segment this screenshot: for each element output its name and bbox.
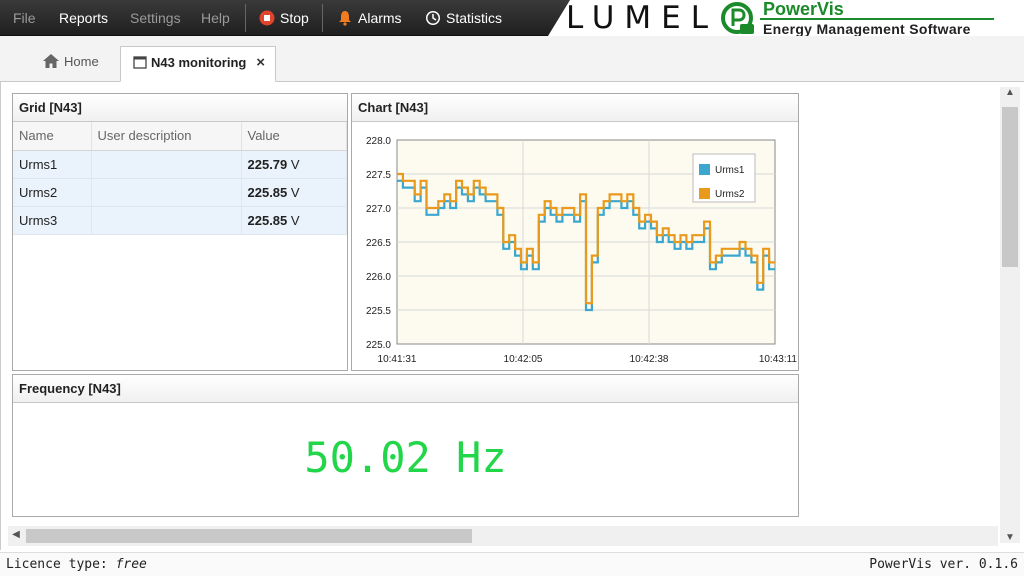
chart-panel: Chart [N43] 225.0 225.5 226.0 226.5 227.0 227… (351, 93, 799, 371)
tab-home-label: Home (64, 54, 99, 69)
row-value-unit: V (290, 156, 300, 172)
menu-bar: File Reports Settings Help Stop Alarms S… (0, 0, 1024, 36)
stop-icon (259, 10, 275, 26)
product-name: PowerVis (763, 0, 844, 19)
column-header-value[interactable]: Value (241, 122, 347, 151)
column-header-description[interactable]: User description (91, 122, 242, 151)
horizontal-scroll-thumb[interactable] (26, 529, 472, 543)
row-value-unit: V (290, 184, 300, 200)
vertical-scroll-thumb[interactable] (1002, 107, 1018, 267)
table-header-row: Name User description Value (13, 122, 347, 151)
menu-help[interactable]: Help (201, 0, 230, 36)
licence-value: free (115, 557, 147, 572)
legend-swatch (699, 188, 710, 199)
row-value: 225.79 V (241, 150, 347, 179)
column-header-name[interactable]: Name (13, 122, 92, 151)
y-tick-label: 227.5 (366, 170, 391, 181)
product-divider (760, 18, 994, 20)
row-value-number: 225.85 (247, 184, 288, 200)
y-tick-label: 227.0 (366, 204, 391, 215)
tab-bar: Home N43 monitoring × (0, 36, 1024, 82)
statistics-label: Statistics (446, 10, 503, 26)
row-description (91, 206, 242, 235)
menu-separator (322, 4, 323, 32)
close-tab-icon[interactable]: × (256, 47, 265, 79)
scroll-down-icon[interactable]: ▼ (1000, 532, 1020, 543)
brand-name: LUMEL (565, 0, 718, 36)
scroll-left-icon[interactable]: ◀ (8, 529, 24, 540)
frequency-panel-title: Frequency [N43] (13, 375, 798, 403)
table-row[interactable]: Urms1 225.79 V (13, 150, 347, 179)
legend-label: Urms1 (715, 165, 745, 176)
x-tick-label: 10:43:11 (759, 354, 798, 365)
frequency-panel: Frequency [N43] 50.02 Hz (12, 374, 799, 517)
row-description (91, 178, 242, 207)
chart-panel-title: Chart [N43] (352, 94, 798, 122)
grid-panel: Grid [N43] Name User description Value U… (12, 93, 348, 371)
values-table: Name User description Value Urms1 225.79… (13, 122, 347, 235)
row-value: 225.85 V (241, 206, 347, 235)
licence-label: Licence type: (6, 557, 108, 572)
horizontal-scrollbar[interactable]: ◀ (8, 526, 998, 546)
y-tick-label: 226.0 (366, 272, 391, 283)
scroll-up-icon[interactable]: ▲ (1000, 87, 1020, 98)
alarms-label: Alarms (358, 10, 402, 26)
row-value-number: 225.79 (247, 156, 288, 172)
tab-n43-monitoring[interactable]: N43 monitoring × (120, 46, 276, 82)
vertical-scrollbar[interactable]: ▲ ▼ (1000, 87, 1020, 543)
row-value: 225.85 V (241, 178, 347, 207)
table-row[interactable]: Urms3 225.85 V (13, 206, 347, 235)
row-value-number: 225.85 (247, 212, 288, 228)
x-tick-label: 10:41:31 (378, 354, 417, 365)
stop-button[interactable]: Stop (259, 0, 309, 36)
menu-reports[interactable]: Reports (59, 0, 108, 36)
y-tick-label: 226.5 (366, 238, 391, 249)
clock-icon (426, 10, 440, 25)
home-icon (43, 54, 59, 69)
voltage-chart[interactable]: 225.0 225.5 226.0 226.5 227.0 227.5 228.0 10:41… (352, 122, 798, 370)
row-name: Urms1 (13, 150, 92, 179)
frequency-value: 50.02 Hz (304, 433, 507, 482)
y-tick-label: 228.0 (366, 136, 391, 147)
menu-separator (245, 4, 246, 32)
tab-home[interactable]: Home (30, 46, 111, 82)
x-tick-label: 10:42:05 (504, 354, 543, 365)
product-tagline: Energy Management Software (763, 21, 971, 37)
row-name: Urms3 (13, 206, 92, 235)
table-row[interactable]: Urms2 225.85 V (13, 178, 347, 207)
row-value-unit: V (290, 212, 300, 228)
bell-icon (339, 10, 351, 26)
dashboard-content: Grid [N43] Name User description Value U… (0, 82, 1024, 550)
menu-settings[interactable]: Settings (130, 0, 181, 36)
tab-n43-label: N43 monitoring (151, 55, 247, 70)
stop-label: Stop (280, 10, 309, 26)
window-icon (133, 55, 147, 69)
row-name: Urms2 (13, 178, 92, 207)
licence-info: Licence type: free (6, 553, 147, 577)
alarms-button[interactable]: Alarms (337, 0, 402, 36)
statistics-button[interactable]: Statistics (425, 0, 502, 36)
status-bar: Licence type: free PowerVis ver. 0.1.6 (0, 552, 1024, 576)
legend-swatch (699, 164, 710, 175)
brand-logo: LUMEL PowerVis Energy Management Softwar… (548, 0, 1024, 36)
version-label: PowerVis ver. 0.1.6 (869, 557, 1018, 572)
y-tick-label: 225.5 (366, 306, 391, 317)
powervis-logo-icon (721, 2, 754, 34)
legend-label: Urms2 (715, 189, 745, 200)
row-description (91, 150, 242, 179)
grid-panel-title: Grid [N43] (13, 94, 347, 122)
menu-file[interactable]: File (13, 0, 36, 36)
y-tick-label: 225.0 (366, 340, 391, 351)
x-tick-label: 10:42:38 (630, 354, 669, 365)
